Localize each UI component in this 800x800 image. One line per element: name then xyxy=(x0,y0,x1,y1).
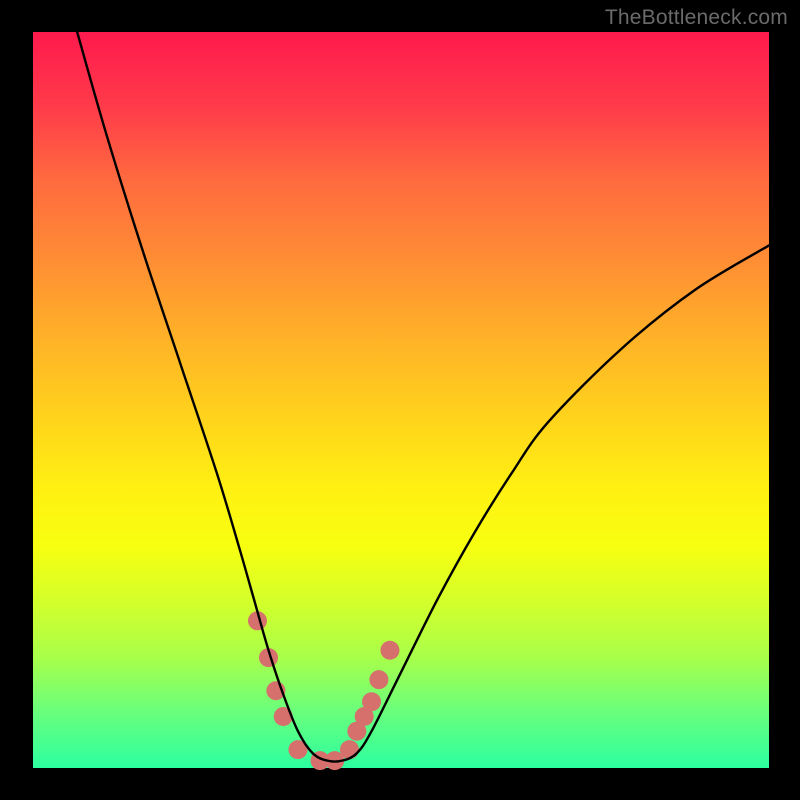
chart-frame: TheBottleneck.com xyxy=(0,0,800,800)
plot-area xyxy=(33,32,769,768)
bottleneck-curve xyxy=(77,32,769,762)
marker-dots xyxy=(248,611,399,770)
marker-dot xyxy=(362,692,381,711)
marker-dot xyxy=(380,641,399,660)
watermark-text: TheBottleneck.com xyxy=(605,6,788,30)
marker-dot xyxy=(340,740,359,759)
curve-svg xyxy=(33,32,769,768)
marker-dot xyxy=(369,670,388,689)
